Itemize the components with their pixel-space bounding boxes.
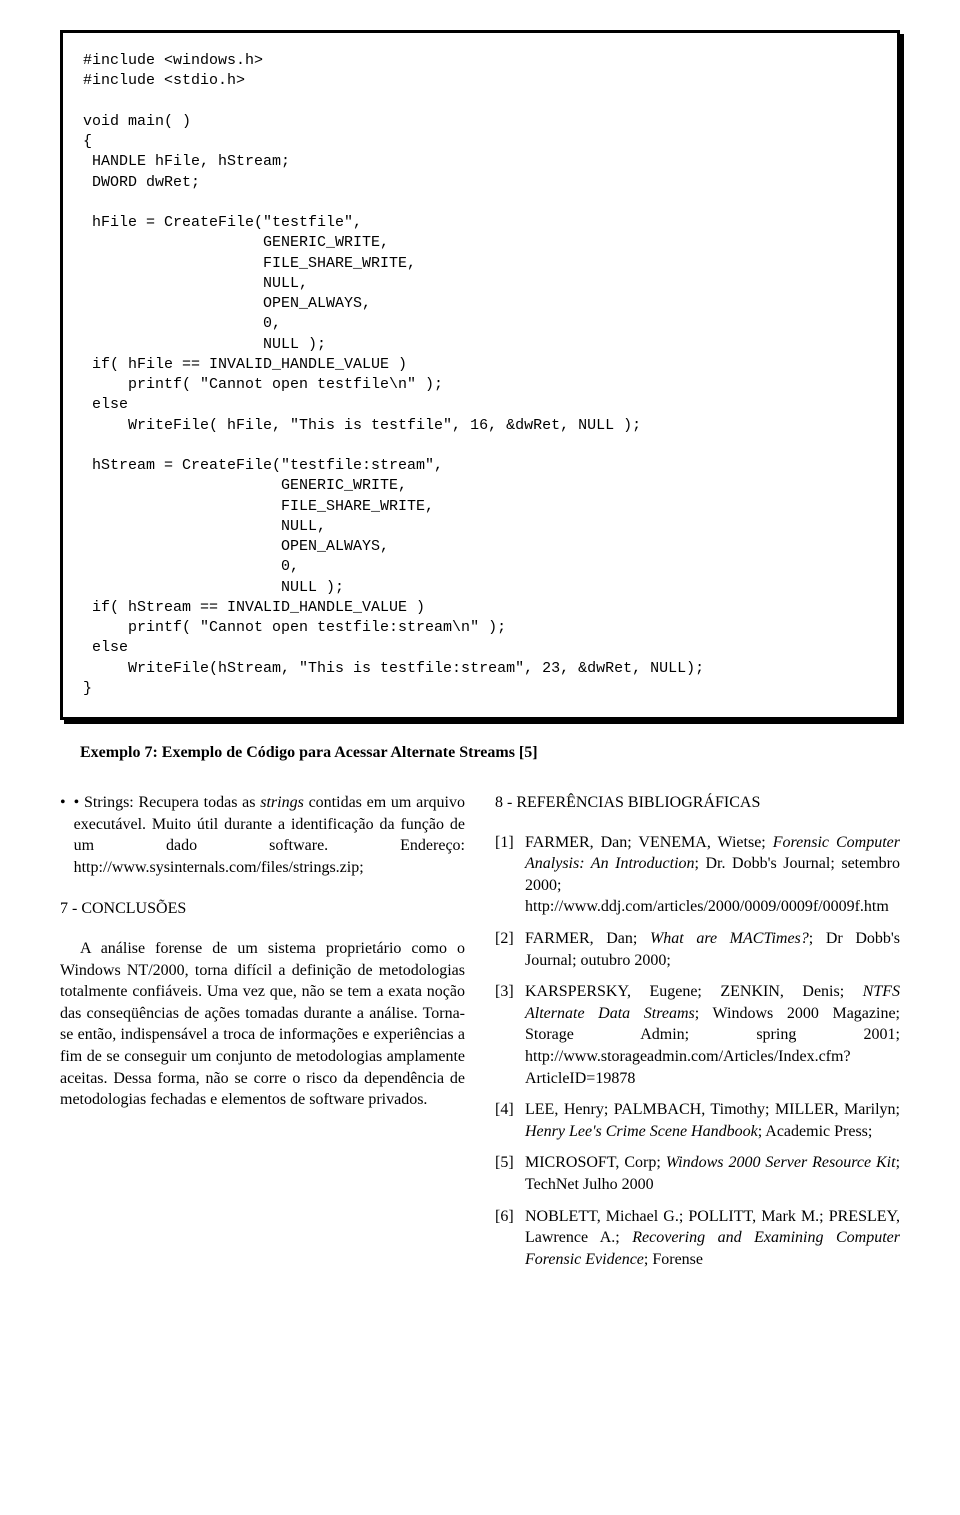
bullet-text: • Strings: Recupera todas as strings con… xyxy=(74,792,465,878)
section-heading-conclusions: 7 - CONCLUSÕES xyxy=(60,898,465,920)
two-column-layout: • • Strings: Recupera todas as strings c… xyxy=(60,792,900,1280)
reference-number: [5] xyxy=(495,1152,525,1195)
section-heading-references: 8 - REFERÊNCIAS BIBLIOGRÁFICAS xyxy=(495,792,900,814)
reference-item: [6]NOBLETT, Michael G.; POLLITT, Mark M.… xyxy=(495,1206,900,1271)
reference-number: [1] xyxy=(495,832,525,918)
reference-text: KARSPERSKY, Eugene; ZENKIN, Denis; NTFS … xyxy=(525,981,900,1089)
reference-item: [5]MICROSOFT, Corp; Windows 2000 Server … xyxy=(495,1152,900,1195)
right-column: 8 - REFERÊNCIAS BIBLIOGRÁFICAS [1]FARMER… xyxy=(495,792,900,1280)
conclusion-paragraph: A análise forense de um sistema propriet… xyxy=(60,938,465,1111)
reference-number: [3] xyxy=(495,981,525,1089)
reference-item: [3]KARSPERSKY, Eugene; ZENKIN, Denis; NT… xyxy=(495,981,900,1089)
reference-text: MICROSOFT, Corp; Windows 2000 Server Res… xyxy=(525,1152,900,1195)
reference-item: [4]LEE, Henry; PALMBACH, Timothy; MILLER… xyxy=(495,1099,900,1142)
code-listing: #include <windows.h> #include <stdio.h> … xyxy=(60,30,900,720)
reference-item: [1]FARMER, Dan; VENEMA, Wietse; Forensic… xyxy=(495,832,900,918)
reference-text: FARMER, Dan; What are MACTimes?; Dr Dobb… xyxy=(525,928,900,971)
code-content: #include <windows.h> #include <stdio.h> … xyxy=(83,51,877,699)
left-column: • • Strings: Recupera todas as strings c… xyxy=(60,792,465,1280)
reference-text: LEE, Henry; PALMBACH, Timothy; MILLER, M… xyxy=(525,1099,900,1142)
reference-item: [2]FARMER, Dan; What are MACTimes?; Dr D… xyxy=(495,928,900,971)
reference-text: NOBLETT, Michael G.; POLLITT, Mark M.; P… xyxy=(525,1206,900,1271)
reference-list: [1]FARMER, Dan; VENEMA, Wietse; Forensic… xyxy=(495,832,900,1271)
reference-number: [2] xyxy=(495,928,525,971)
figure-caption: Exemplo 7: Exemplo de Código para Acessa… xyxy=(80,744,900,762)
reference-number: [4] xyxy=(495,1099,525,1142)
bullet-icon: • xyxy=(60,792,66,878)
reference-text: FARMER, Dan; VENEMA, Wietse; Forensic Co… xyxy=(525,832,900,918)
reference-number: [6] xyxy=(495,1206,525,1271)
bullet-item: • • Strings: Recupera todas as strings c… xyxy=(60,792,465,878)
